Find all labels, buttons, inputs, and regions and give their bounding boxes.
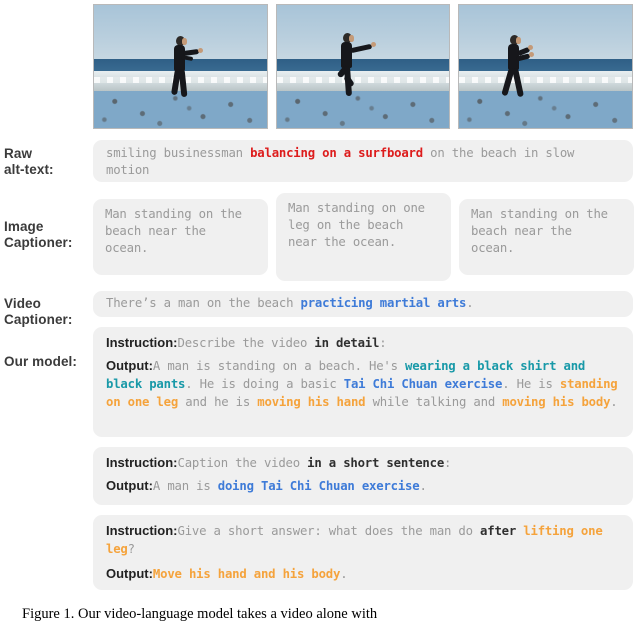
text-segment-plain: ? [127, 542, 135, 556]
instruction-line-1: Instruction:Describe the video in detail… [106, 334, 620, 352]
person-figure [171, 36, 218, 102]
image-caption-panel-3: Man standing on the beach near the ocean… [459, 199, 634, 275]
video-frame-1 [93, 4, 268, 129]
instruction-tag: Instruction: [106, 523, 178, 538]
text-segment-plain: smiling businessman [106, 146, 251, 160]
our-model-block-1: Instruction:Describe the video in detail… [93, 327, 633, 437]
text-segment-blue: practicing martial arts [300, 296, 467, 310]
video-caption-panel: There’s a man on the beach practicing ma… [93, 291, 633, 317]
video-frame-3 [458, 4, 634, 129]
video-frame-2 [275, 4, 451, 129]
text-segment-dark: after [480, 524, 524, 538]
person-figure [501, 35, 555, 103]
output-line-2: Output:A man is doing Tai Chi Chuan exer… [106, 477, 620, 495]
text-segment-plain: while talking and [365, 395, 503, 409]
instruction-line-3: Instruction:Give a short answer: what do… [106, 522, 620, 558]
output-text: Move his hand and his body. [153, 567, 348, 581]
output-text: A man is doing Tai Chi Chuan exercise. [153, 479, 427, 493]
output-tag: Output: [106, 478, 153, 493]
text-segment-plain: . [610, 395, 618, 409]
instruction-text: Describe the video in detail: [178, 336, 387, 350]
text-segment-plain: Describe the video [177, 336, 315, 350]
image-caption-text-2: Man standing on one leg on the beach nea… [288, 201, 425, 249]
image-caption-text-3: Man standing on the beach near the ocean… [471, 207, 608, 255]
row-label-line1: Our model: [4, 354, 78, 369]
text-segment-plain: and he is [178, 395, 258, 409]
output-line-3: Output:Move his hand and his body. [106, 565, 620, 583]
output-tag: Output: [106, 566, 153, 581]
text-segment-plain: Caption the video [177, 456, 308, 470]
row-label-our-model: Our model: [4, 354, 77, 370]
image-caption-panel-2: Man standing on one leg on the beach nea… [276, 193, 451, 281]
text-segment-plain: . [419, 479, 427, 493]
our-model-block-3: Instruction:Give a short answer: what do… [93, 515, 633, 590]
row-label-line2: Captioner: [4, 312, 73, 327]
text-segment-dark: in detail [314, 336, 380, 350]
text-segment-plain: . [466, 296, 474, 310]
output-line-1: Output:A man is standing on a beach. He'… [106, 357, 620, 411]
instruction-line-2: Instruction:Caption the video in a short… [106, 454, 620, 472]
row-label-line1: Image [4, 219, 44, 234]
output-tag: Output: [106, 358, 153, 373]
text-segment-orange: moving his hand [257, 395, 366, 409]
figure-root: Raw alt-text: smiling businessman balanc… [0, 0, 640, 622]
text-segment-plain: . He is [502, 377, 560, 391]
text-segment-plain: : [379, 336, 387, 350]
row-label-line1: Video [4, 296, 42, 311]
row-label-line2: alt-text: [4, 162, 54, 177]
instruction-text: Caption the video in a short sentence: [178, 456, 452, 470]
raw-alt-text-body: smiling businessman balancing on a surfb… [93, 140, 633, 184]
row-label-line1: Raw [4, 146, 33, 161]
our-model-block-2: Instruction:Caption the video in a short… [93, 447, 633, 505]
row-label-video-captioner: Video Captioner: [4, 296, 73, 328]
text-segment-orange: Move his hand and his body [152, 567, 341, 581]
text-segment-plain: . [340, 567, 348, 581]
figure-caption: Figure 1. Our video-language model takes… [22, 606, 378, 622]
row-label-raw-alt-text: Raw alt-text: [4, 146, 54, 178]
raw-alt-text-panel: smiling businessman balancing on a surfb… [93, 140, 633, 182]
text-segment-dark: in a short sentence [307, 456, 445, 470]
text-segment-blue: Tai Chi Chuan exercise [343, 377, 503, 391]
text-segment-plain: Give a short answer: what does the man d… [177, 524, 481, 538]
image-caption-text-1: Man standing on the beach near the ocean… [105, 207, 242, 255]
instruction-text: Give a short answer: what does the man d… [106, 524, 603, 556]
text-segment-plain: A man is [152, 479, 218, 493]
text-segment-red: balancing on a surfboard [250, 146, 423, 160]
row-label-line2: Captioner: [4, 235, 73, 250]
video-caption-body: There’s a man on the beach practicing ma… [93, 291, 633, 316]
image-caption-panel-1: Man standing on the beach near the ocean… [93, 199, 268, 275]
person-figure [336, 33, 391, 103]
instruction-tag: Instruction: [106, 335, 178, 350]
row-label-image-captioner: Image Captioner: [4, 219, 73, 251]
instruction-tag: Instruction: [106, 455, 178, 470]
video-frame-strip [93, 4, 634, 129]
text-segment-orange: moving his body [502, 395, 611, 409]
text-segment-blue: doing Tai Chi Chuan exercise [217, 479, 420, 493]
text-segment-plain: A man is standing on a beach. He's [152, 359, 406, 373]
text-segment-plain: . He is doing a basic [185, 377, 344, 391]
output-text: A man is standing on a beach. He's weari… [106, 359, 618, 409]
text-segment-plain: : [444, 456, 452, 470]
text-segment-plain: There’s a man on the beach [106, 296, 301, 310]
